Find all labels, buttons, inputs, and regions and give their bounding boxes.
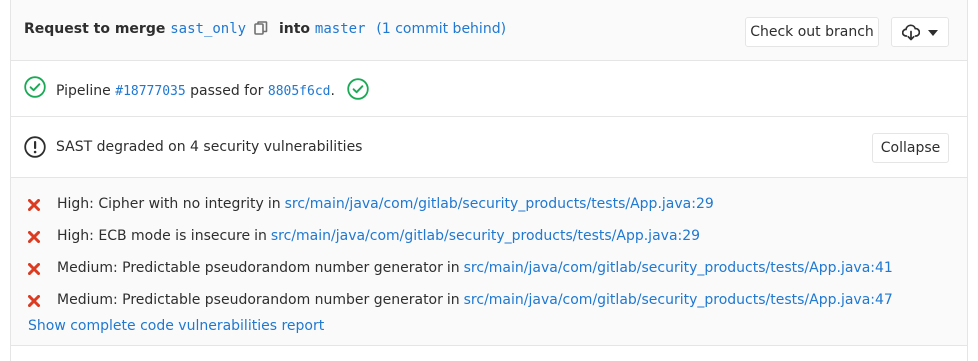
vulnerability-file-link[interactable]: src/main/java/com/gitlab/security_produc… [464, 260, 893, 276]
vulnerability-file-link[interactable]: src/main/java/com/gitlab/security_produc… [285, 196, 714, 212]
vulnerability-title: High: Cipher with no integrity [57, 196, 264, 212]
vulnerability-title: High: ECB mode is insecure [57, 228, 251, 244]
vulnerability-title: Medium: Predictable pseudorandom number … [57, 292, 443, 308]
pipeline-middle-text: passed for [190, 83, 264, 99]
close-x-icon [28, 263, 40, 275]
source-branch-link[interactable]: sast_only [170, 21, 246, 37]
commit-sha-link[interactable]: 8805f6cd [268, 84, 331, 99]
chevron-down-icon [928, 30, 938, 36]
download-dropdown-button[interactable] [891, 17, 949, 47]
target-branch-link[interactable]: master [315, 21, 366, 37]
warning-circle-icon [24, 136, 46, 158]
clipboard-icon[interactable] [254, 21, 268, 35]
commits-behind-link[interactable]: (1 commit behind) [376, 21, 506, 37]
sast-summary-row: SAST degraded on 4 security vulnerabilit… [11, 117, 967, 178]
close-x-icon [28, 231, 40, 243]
pipeline-status-row: Pipeline #18777035 passed for 8805f6cd. [11, 61, 967, 117]
stage-success-icon[interactable] [347, 78, 370, 104]
vulnerability-title: Medium: Predictable pseudorandom number … [57, 260, 443, 276]
pipeline-message: Pipeline #18777035 passed for 8805f6cd. [56, 78, 370, 104]
full-report-link[interactable]: Show complete code vulnerabilities repor… [28, 318, 324, 334]
title-prefix: Request to merge [24, 21, 166, 37]
pipeline-id-link[interactable]: #18777035 [115, 84, 185, 99]
merge-request-title: Request to merge sast_only into master (… [24, 21, 506, 37]
vulnerability-file-link[interactable]: src/main/java/com/gitlab/security_produc… [271, 228, 700, 244]
pipeline-suffix: . [330, 83, 335, 99]
vulnerability-panel: High: Cipher with no integrity in src/main… [11, 178, 967, 346]
in-word: in [254, 228, 267, 244]
download-cloud-icon [902, 24, 920, 41]
sast-summary-text: SAST degraded on 4 security vulnerabilit… [56, 139, 363, 155]
in-word: in [446, 292, 460, 308]
merge-request-widget: Request to merge sast_only into master (… [10, 0, 968, 361]
collapse-button[interactable]: Collapse [872, 133, 949, 163]
close-x-icon [28, 295, 40, 307]
check-out-branch-button[interactable]: Check out branch [745, 17, 879, 47]
in-word: in [446, 260, 460, 276]
mr-widget-header: Request to merge sast_only into master (… [11, 0, 967, 61]
in-word: in [267, 196, 281, 212]
close-x-icon [28, 199, 40, 211]
status-success-icon[interactable] [24, 76, 46, 98]
pipeline-prefix: Pipeline [56, 83, 111, 99]
into-word: into [278, 21, 311, 37]
vulnerability-file-link[interactable]: src/main/java/com/gitlab/security_produc… [464, 292, 893, 308]
